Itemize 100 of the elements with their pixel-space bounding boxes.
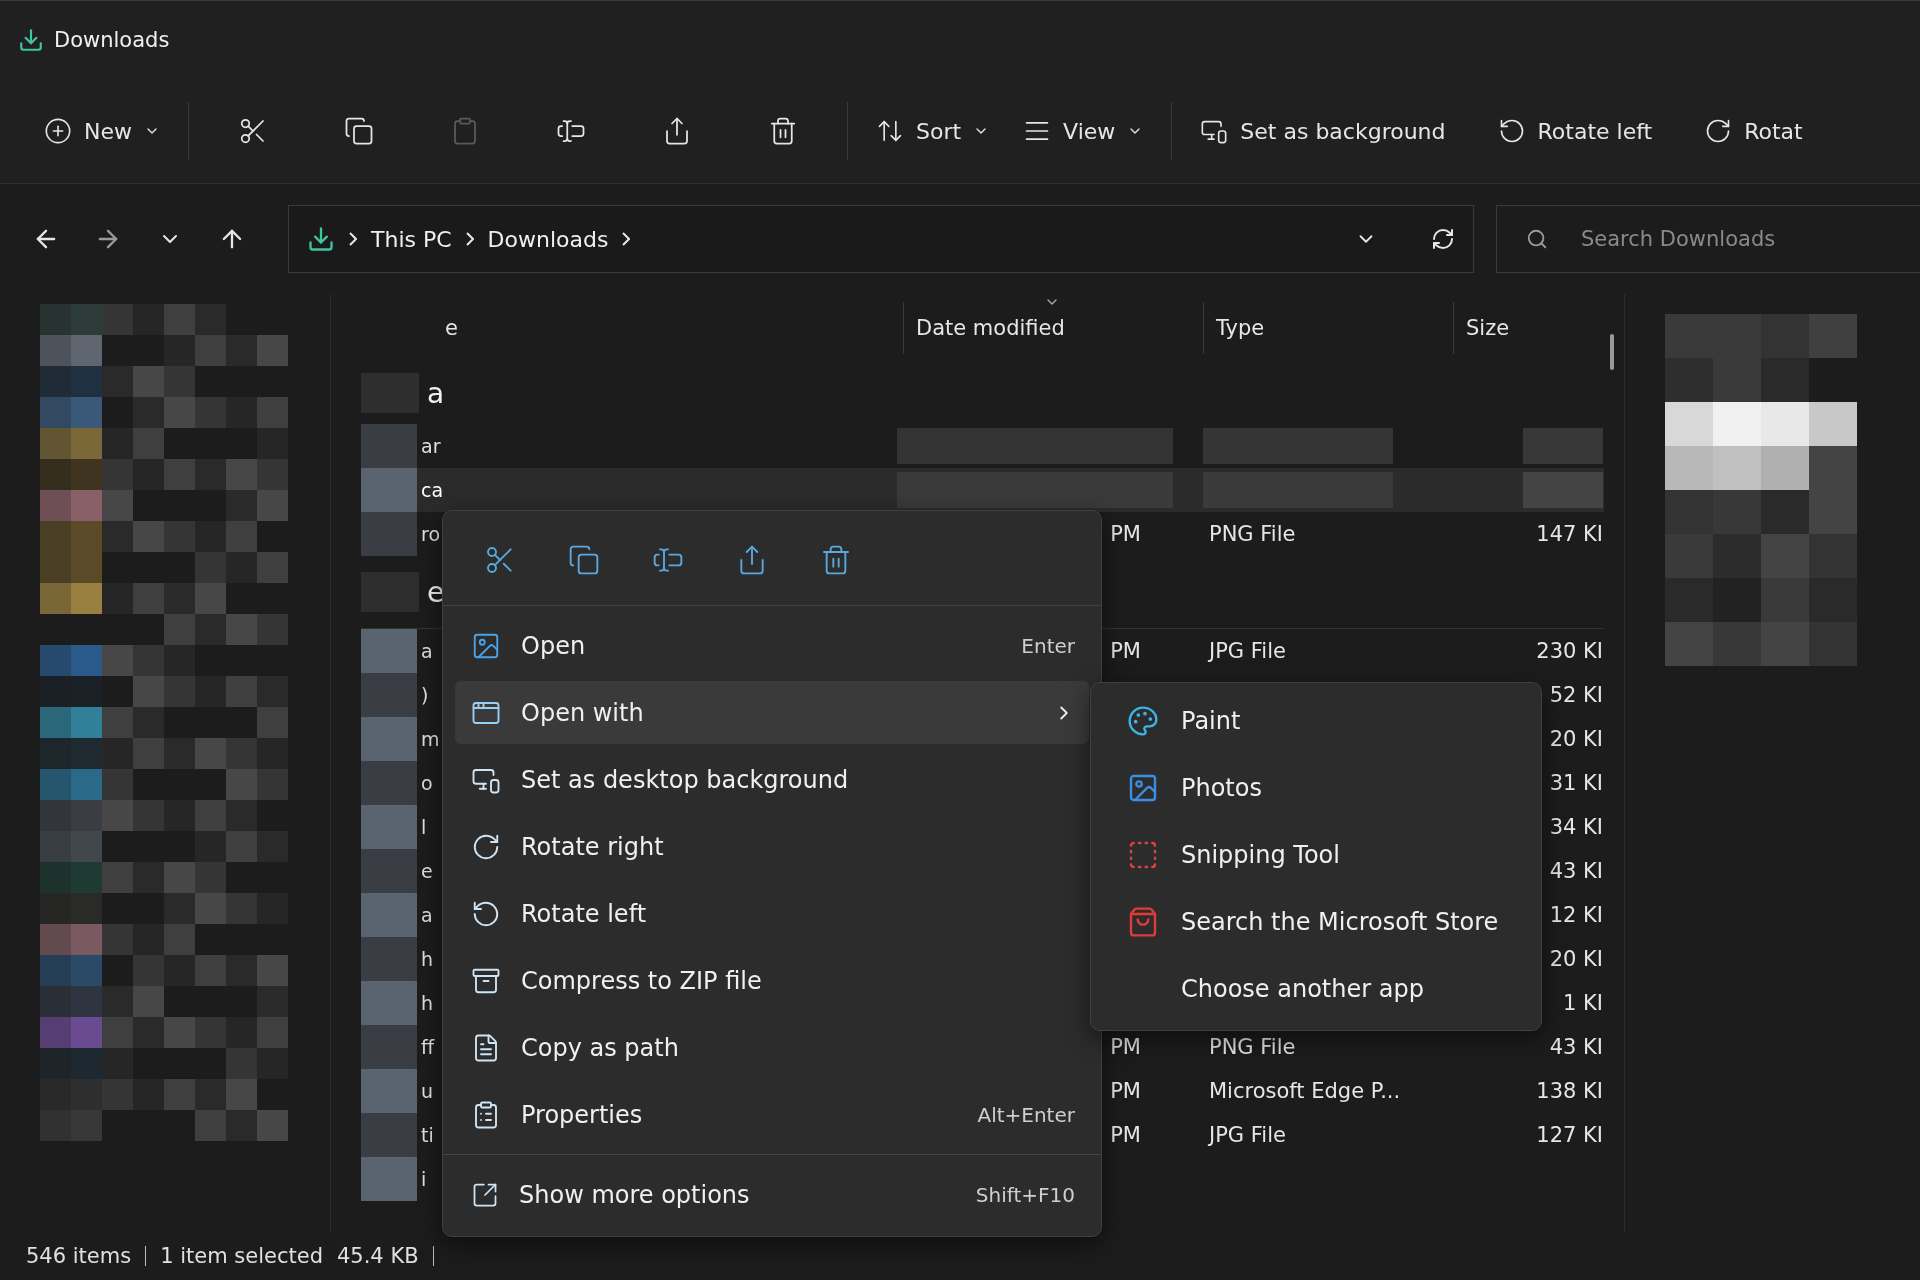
palette-icon — [1127, 704, 1159, 737]
size-cell: 12 KI — [1549, 903, 1603, 927]
menu-item[interactable]: Snipping Tool — [1101, 823, 1531, 886]
pixelated-block — [361, 1025, 417, 1069]
selection-size: 45.4 KB — [336, 1244, 419, 1268]
size-cell: 31 KI — [1549, 771, 1603, 795]
menu-item[interactable]: Compress to ZIP file — [455, 949, 1089, 1012]
menu-item[interactable]: Set as desktop background — [455, 748, 1089, 811]
type-cell-text: JPG File — [1207, 639, 1286, 663]
file-name[interactable]: l — [421, 816, 427, 838]
type-cell-text: JPG File — [1207, 1123, 1286, 1147]
selection-count: 1 item selected — [160, 1244, 323, 1268]
column-header[interactable]: e — [433, 302, 903, 354]
group-header[interactable]: a — [427, 376, 1605, 410]
file-name[interactable]: ) — [421, 684, 429, 706]
file-name[interactable]: h — [421, 992, 434, 1014]
size-cell: 138 KI — [1536, 1079, 1603, 1103]
download-icon — [307, 225, 335, 253]
file-name[interactable]: a — [421, 904, 433, 926]
size-cell: 43 KI — [1549, 1035, 1603, 1059]
address-bar[interactable]: This PC Downloads — [288, 205, 1474, 273]
breadcrumb-link[interactable]: This PC — [371, 226, 452, 252]
column-header[interactable]: Type — [1203, 302, 1453, 354]
menu-item[interactable]: Show more options Shift+F10 — [455, 1163, 1089, 1226]
size-cell: 127 KI — [1536, 1123, 1603, 1147]
date-cell: PM — [1110, 639, 1141, 663]
menu-item[interactable]: Open Enter — [455, 614, 1089, 677]
plus-icon — [44, 117, 72, 145]
file-name[interactable]: e — [421, 860, 433, 882]
toolbar-button[interactable]: View — [1009, 103, 1158, 159]
pixelated-block — [361, 981, 417, 1025]
breadcrumb-link[interactable]: Downloads — [487, 226, 609, 252]
window-title: Downloads — [54, 28, 170, 52]
pixelated-block — [361, 805, 417, 849]
size-cell: 34 KI — [1549, 815, 1603, 839]
toolbar-button[interactable]: Rotat — [1690, 103, 1817, 159]
size-cell: 1 KI — [1563, 991, 1603, 1015]
pixelated-block — [361, 893, 417, 937]
column-header[interactable]: Size — [1453, 302, 1603, 354]
shopping-bag-icon — [1127, 905, 1159, 938]
date-cell: PM — [1110, 1079, 1141, 1103]
file-name[interactable]: a — [421, 640, 433, 662]
copy-icon — [568, 544, 600, 576]
chevron-icon — [465, 232, 474, 246]
pixelated-block — [361, 761, 417, 805]
file-name[interactable]: i — [421, 1168, 427, 1190]
chevron-icon — [622, 232, 631, 246]
refresh-icon — [1431, 227, 1455, 251]
chevron-icon — [349, 232, 357, 246]
date-cell: PM — [1110, 1123, 1141, 1147]
scrollbar[interactable] — [1610, 334, 1615, 370]
size-cell: 52 KI — [1549, 683, 1603, 707]
menu-item[interactable]: Rotate right — [455, 815, 1089, 878]
file-name[interactable]: ti — [421, 1124, 434, 1146]
toolbar-button[interactable]: Sort — [862, 103, 1004, 159]
file-name[interactable]: ff — [421, 1036, 435, 1058]
size-cell: 20 KI — [1549, 727, 1603, 751]
search-icon — [1526, 228, 1548, 250]
menu-item[interactable]: Search the Microsoft Store — [1101, 890, 1531, 953]
toolbar-button[interactable]: New — [30, 103, 174, 159]
menu-item[interactable]: Properties Alt+Enter — [455, 1083, 1089, 1146]
toolbar-button[interactable]: Rotate left — [1483, 103, 1667, 159]
file-name[interactable]: m — [421, 728, 440, 750]
menu-item[interactable]: Choose another app — [1101, 957, 1531, 1020]
size-cell: 43 KI — [1549, 859, 1603, 883]
size-cell: 147 KI — [1536, 522, 1603, 546]
column-header[interactable]: Date modified — [903, 302, 1203, 354]
pixelated-block — [361, 717, 417, 761]
pixelated-block — [361, 849, 417, 893]
pixelated-block — [361, 468, 417, 512]
pixelated-block — [361, 1157, 417, 1201]
size-cell: 20 KI — [1549, 947, 1603, 971]
type-cell-text: PNG File — [1208, 522, 1296, 546]
trash-icon — [768, 116, 798, 146]
pixelated-block — [361, 1113, 417, 1157]
menu-item[interactable]: Copy as path — [455, 1016, 1089, 1079]
menu-item[interactable]: Open with — [455, 681, 1089, 744]
pixelated-block — [361, 673, 417, 717]
menu-item[interactable]: Rotate left — [455, 882, 1089, 945]
toolbar-button[interactable]: Set as background — [1186, 103, 1460, 159]
date-cell: PM — [1110, 1035, 1141, 1059]
search-field[interactable]: Search Downloads — [1496, 205, 1920, 273]
file-name[interactable]: o — [421, 772, 433, 794]
type-cell-text: PNG File — [1208, 1035, 1296, 1059]
file-name[interactable]: ca — [421, 479, 444, 501]
pixelated-block — [361, 937, 417, 981]
size-cell: 230 KI — [1536, 639, 1603, 663]
date-cell: PM — [1110, 522, 1141, 546]
file-name[interactable]: h — [421, 948, 434, 970]
menu-item[interactable]: Photos — [1101, 756, 1531, 819]
pixelated-block — [361, 1069, 417, 1113]
type-cell-text: Microsoft Edge P... — [1208, 1079, 1401, 1103]
file-name[interactable]: ro — [421, 523, 441, 545]
download-icon — [18, 27, 44, 53]
file-name[interactable]: u — [421, 1080, 434, 1102]
copy-icon — [344, 116, 374, 146]
selected-row[interactable]: ca — [361, 468, 1605, 512]
item-count: 546 items — [26, 1244, 132, 1268]
menu-item[interactable]: Paint — [1101, 689, 1531, 752]
file-name[interactable]: ar — [421, 435, 441, 457]
